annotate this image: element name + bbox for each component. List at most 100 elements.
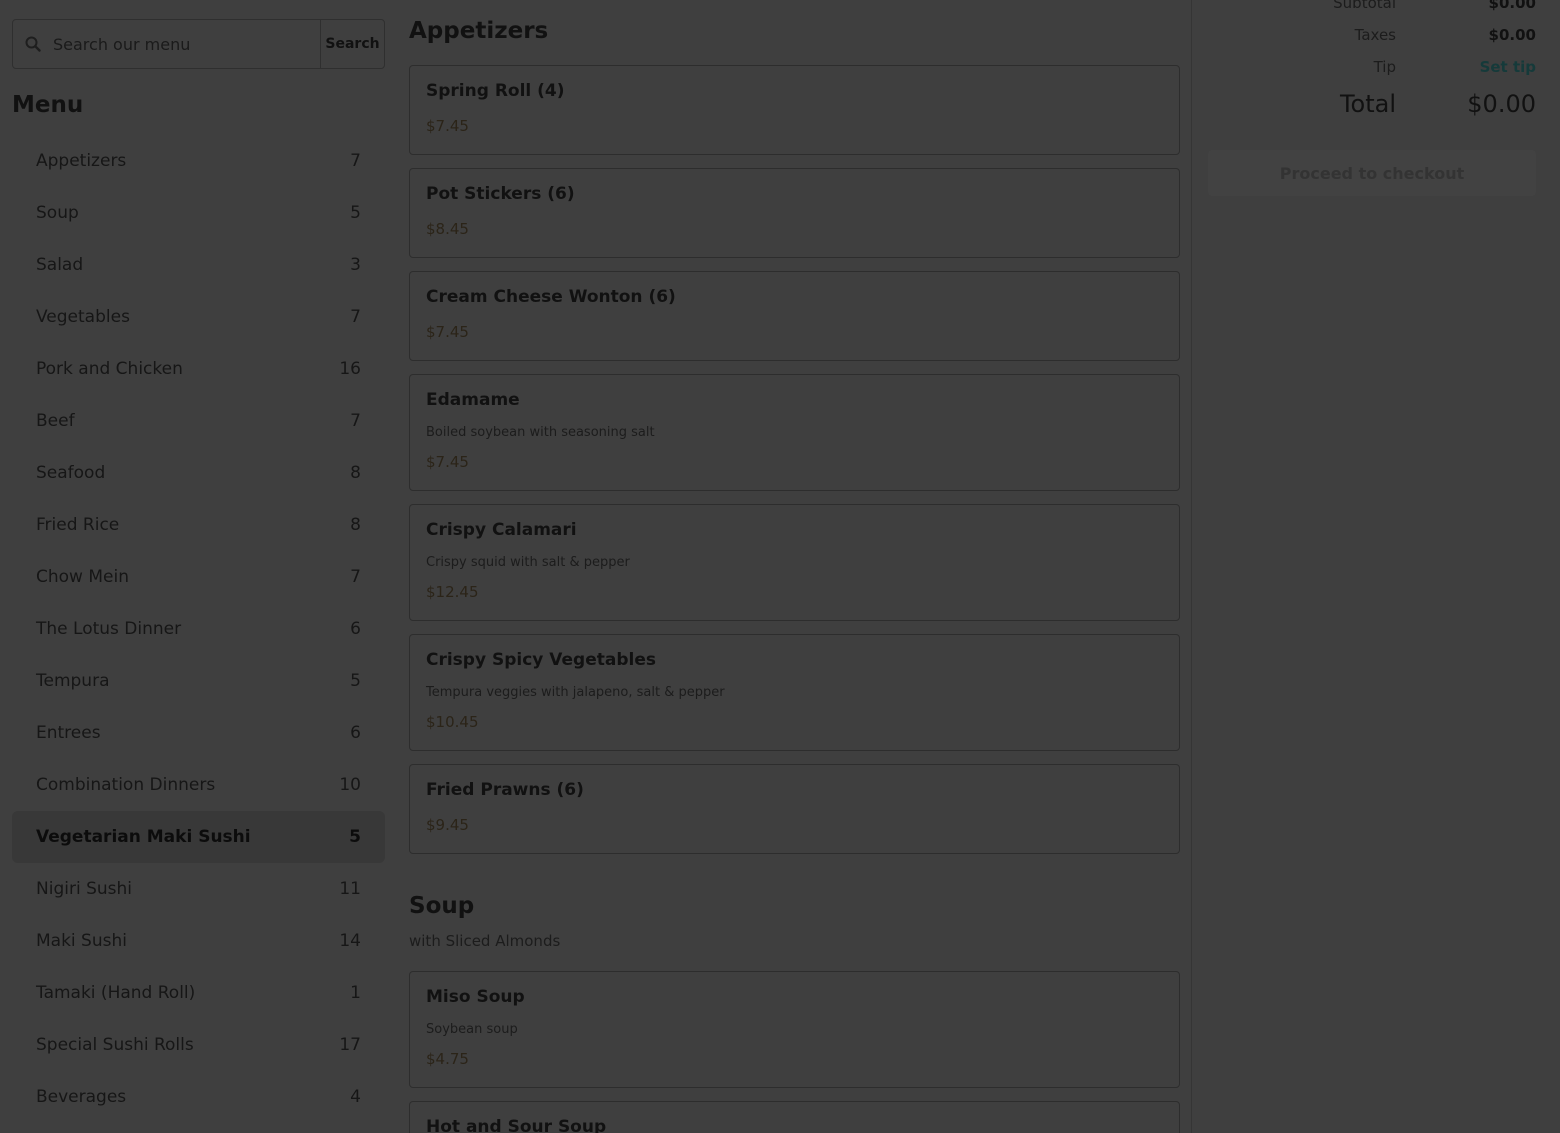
menu-item-card[interactable]: Crispy Spicy Vegetables Tempura veggies … <box>409 634 1180 751</box>
category-count: 14 <box>339 931 361 951</box>
item-name: Hot and Sour Soup <box>426 1117 607 1133</box>
category-item-special-sushi-rolls[interactable]: Special Sushi Rolls 17 <box>12 1019 385 1071</box>
category-label: Appetizers <box>36 151 127 171</box>
category-item-tamaki[interactable]: Tamaki (Hand Roll) 1 <box>12 967 385 1019</box>
category-count: 7 <box>350 567 361 587</box>
item-name: Spring Roll (4) <box>426 81 565 101</box>
menu-title: Menu <box>12 92 84 118</box>
category-label: Tamaki (Hand Roll) <box>36 983 196 1003</box>
category-count: 5 <box>349 827 361 847</box>
category-label: Tempura <box>36 671 110 691</box>
menu-item-card[interactable]: Hot and Sour Soup <box>409 1101 1180 1133</box>
category-item-vegetables[interactable]: Vegetables 7 <box>12 291 385 343</box>
category-item-combination-dinners[interactable]: Combination Dinners 10 <box>12 759 385 811</box>
category-label: The Lotus Dinner <box>36 619 182 639</box>
category-item-soup[interactable]: Soup 5 <box>12 187 385 239</box>
taxes-label: Taxes <box>1354 26 1396 44</box>
total-value: $0.00 <box>1467 90 1536 118</box>
item-price: $7.45 <box>426 117 469 135</box>
category-count: 6 <box>350 723 361 743</box>
category-count: 7 <box>350 307 361 327</box>
category-label: Vegetables <box>36 307 130 327</box>
category-count: 5 <box>350 671 361 691</box>
category-count: 7 <box>350 411 361 431</box>
item-price: $10.45 <box>426 713 479 731</box>
category-count: 3 <box>350 255 361 275</box>
category-item-pork-and-chicken[interactable]: Pork and Chicken 16 <box>12 343 385 395</box>
category-count: 5 <box>350 203 361 223</box>
category-item-tempura[interactable]: Tempura 5 <box>12 655 385 707</box>
category-item-appetizers[interactable]: Appetizers 7 <box>12 135 385 187</box>
item-name: Pot Stickers (6) <box>426 184 575 204</box>
item-name: Cream Cheese Wonton (6) <box>426 287 676 307</box>
category-count: 7 <box>350 151 361 171</box>
item-description: Boiled soybean with seasoning salt <box>426 425 655 440</box>
item-price: $12.45 <box>426 583 479 601</box>
item-description: Tempura veggies with jalapeno, salt & pe… <box>426 685 725 700</box>
item-name: Edamame <box>426 390 520 410</box>
category-count: 4 <box>350 1087 361 1107</box>
section-title-appetizers: Appetizers <box>409 18 549 44</box>
category-item-fried-rice[interactable]: Fried Rice 8 <box>12 499 385 551</box>
category-label: Special Sushi Rolls <box>36 1035 194 1055</box>
item-name: Fried Prawns (6) <box>426 780 584 800</box>
item-price: $7.45 <box>426 453 469 471</box>
category-count: 11 <box>339 879 361 899</box>
category-label: Pork and Chicken <box>36 359 183 379</box>
menu-item-card[interactable]: Fried Prawns (6) $9.45 <box>409 764 1180 854</box>
item-price: $4.75 <box>426 1050 469 1068</box>
category-count: 10 <box>339 775 361 795</box>
search-button[interactable]: Search <box>320 20 384 68</box>
category-label: Fried Rice <box>36 515 120 535</box>
subtotal-label: Subtotal <box>1333 0 1396 12</box>
tip-label: Tip <box>1373 58 1396 76</box>
category-label: Seafood <box>36 463 106 483</box>
category-list: Appetizers 7 Soup 5 Salad 3 Vegetables 7 Por… <box>12 135 385 1123</box>
category-item-chow-mein[interactable]: Chow Mein 7 <box>12 551 385 603</box>
section-subtitle: with Sliced Almonds <box>409 932 561 950</box>
category-count: 6 <box>350 619 361 639</box>
total-label: Total <box>1339 90 1396 118</box>
menu-item-card[interactable]: Edamame Boiled soybean with seasoning sa… <box>409 374 1180 491</box>
category-item-nigiri-sushi[interactable]: Nigiri Sushi 11 <box>12 863 385 915</box>
category-count: 1 <box>350 983 361 1003</box>
category-item-beef[interactable]: Beef 7 <box>12 395 385 447</box>
category-item-the-lotus-dinner[interactable]: The Lotus Dinner 6 <box>12 603 385 655</box>
menu-item-card[interactable]: Miso Soup Soybean soup $4.75 <box>409 971 1180 1088</box>
item-name: Crispy Spicy Vegetables <box>426 650 656 670</box>
section-title-soup: Soup <box>409 893 475 919</box>
menu-item-card[interactable]: Cream Cheese Wonton (6) $7.45 <box>409 271 1180 361</box>
category-label: Chow Mein <box>36 567 129 587</box>
search-bar: Search <box>12 19 385 69</box>
category-label: Maki Sushi <box>36 931 127 951</box>
search-icon <box>13 20 53 68</box>
item-price: $7.45 <box>426 323 469 341</box>
category-label: Nigiri Sushi <box>36 879 132 899</box>
item-description: Soybean soup <box>426 1022 518 1037</box>
category-label: Beverages <box>36 1087 127 1107</box>
set-tip-link[interactable]: Set tip <box>1480 58 1536 76</box>
menu-item-card[interactable]: Crispy Calamari Crispy squid with salt &… <box>409 504 1180 621</box>
category-label: Vegetarian Maki Sushi <box>36 827 251 847</box>
category-item-salad[interactable]: Salad 3 <box>12 239 385 291</box>
category-item-maki-sushi[interactable]: Maki Sushi 14 <box>12 915 385 967</box>
category-count: 8 <box>350 515 361 535</box>
taxes-value: $0.00 <box>1488 26 1536 44</box>
category-item-seafood[interactable]: Seafood 8 <box>12 447 385 499</box>
menu-item-card[interactable]: Pot Stickers (6) $8.45 <box>409 168 1180 258</box>
item-name: Miso Soup <box>426 987 525 1007</box>
category-item-beverages[interactable]: Beverages 4 <box>12 1071 385 1123</box>
category-label: Combination Dinners <box>36 775 216 795</box>
item-price: $8.45 <box>426 220 469 238</box>
proceed-to-checkout-button[interactable]: Proceed to checkout <box>1208 150 1536 196</box>
category-count: 17 <box>339 1035 361 1055</box>
category-label: Salad <box>36 255 84 275</box>
subtotal-value: $0.00 <box>1488 0 1536 12</box>
category-label: Beef <box>36 411 75 431</box>
search-input[interactable] <box>53 20 320 68</box>
menu-item-card[interactable]: Spring Roll (4) $7.45 <box>409 65 1180 155</box>
item-description: Crispy squid with salt & pepper <box>426 555 630 570</box>
category-label: Soup <box>36 203 79 223</box>
category-item-vegetarian-maki-sushi[interactable]: Vegetarian Maki Sushi 5 <box>12 811 385 863</box>
category-item-entrees[interactable]: Entrees 6 <box>12 707 385 759</box>
